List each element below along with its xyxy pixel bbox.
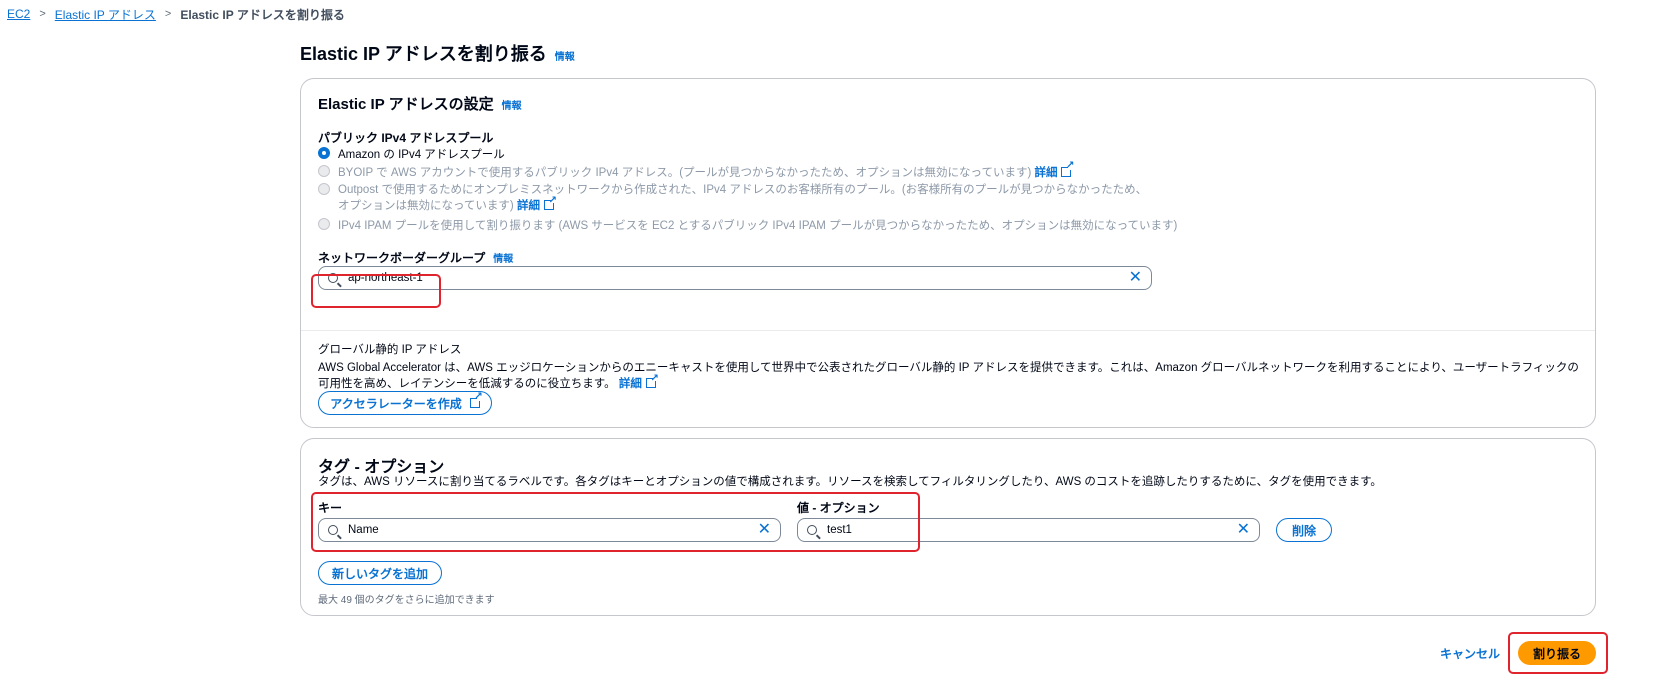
allocate-button[interactable]: 割り振る [1518, 641, 1596, 665]
clear-icon[interactable]: ✕ [1129, 270, 1142, 286]
radio-selected-icon[interactable] [318, 147, 330, 159]
pool-option-byoip: BYOIP で AWS アカウントで使用するパブリック IPv4 アドレス。(プ… [318, 160, 1158, 180]
radio-disabled-icon [318, 218, 330, 230]
nbg-label-row: ネットワークボーダーグループ 情報 [318, 249, 513, 266]
tag-value-label: 値 - オプション [797, 501, 880, 515]
search-icon [328, 273, 338, 283]
pool-option-outpost: Outpost で使用するためにオンプレミスネットワークから作成された、IPv4… [318, 182, 1158, 214]
clear-icon[interactable]: ✕ [758, 522, 771, 538]
chevron-right-icon: > [39, 8, 46, 20]
search-icon [807, 525, 817, 535]
nbg-info-link[interactable]: 情報 [493, 250, 513, 265]
tag-value-input[interactable]: test1 ✕ [797, 518, 1260, 542]
byoip-details-link[interactable]: 詳細 [1034, 167, 1057, 179]
global-ip-label: グローバル静的 IP アドレス [318, 344, 462, 356]
page-info-link[interactable]: 情報 [555, 48, 575, 63]
page-title: Elastic IP アドレスを割り振る [300, 44, 547, 64]
tag-value-value: test1 [827, 524, 852, 536]
pool-option-text: IPv4 IPAM プールを使用して割り振ります (AWS サービスを EC2 … [338, 220, 1178, 232]
tag-key-label: キー [318, 501, 343, 515]
breadcrumb-elastic-ip[interactable]: Elastic IP アドレス [55, 6, 156, 23]
divider [301, 330, 1595, 331]
tag-key-input[interactable]: Name ✕ [318, 518, 781, 542]
pool-option-text: BYOIP で AWS アカウントで使用するパブリック IPv4 アドレス。(プ… [338, 167, 1032, 179]
settings-panel-header: Elastic IP アドレスの設定 情報 [318, 93, 522, 114]
settings-info-link[interactable]: 情報 [502, 97, 522, 112]
outpost-details-link[interactable]: 詳細 [517, 200, 540, 212]
external-link-icon [469, 391, 483, 408]
pool-option-text: Outpost で使用するためにオンプレミスネットワークから作成された、IPv4… [338, 184, 1148, 212]
breadcrumb-ec2[interactable]: EC2 [7, 7, 30, 21]
tag-key-value: Name [348, 524, 379, 536]
remove-tag-button[interactable]: 削除 [1276, 518, 1332, 542]
nbg-value: ap-northeast-1 [348, 272, 423, 284]
create-accelerator-label: アクセラレーターを作成 [330, 396, 462, 411]
breadcrumb-current: Elastic IP アドレスを割り振る [180, 7, 345, 22]
pool-label: パブリック IPv4 アドレスプール [318, 131, 494, 145]
external-link-icon [543, 193, 557, 210]
clear-icon[interactable]: ✕ [1237, 522, 1250, 538]
breadcrumb: EC2 > Elastic IP アドレス > Elastic IP アドレスを… [7, 6, 345, 22]
global-ip-desc-text: AWS Global Accelerator は、AWS エッジロケーションから… [318, 362, 1579, 390]
nbg-label: ネットワークボーダーグループ [318, 251, 486, 265]
cancel-button[interactable]: キャンセル [1440, 645, 1500, 662]
tags-description: タグは、AWS リソースに割り当てるラベルです。各タグはキーとオプションの値で構… [318, 476, 1382, 488]
radio-disabled-icon [318, 165, 330, 177]
chevron-right-icon: > [164, 8, 172, 20]
external-link-icon [1061, 160, 1074, 177]
search-icon [328, 525, 338, 535]
pool-option-ipam: IPv4 IPAM プールを使用して割り振ります (AWS サービスを EC2 … [318, 217, 1318, 233]
add-tag-button[interactable]: 新しいタグを追加 [318, 561, 442, 585]
create-accelerator-button[interactable]: アクセラレーターを作成 [318, 391, 492, 415]
radio-disabled-icon [318, 183, 330, 195]
nbg-search-input[interactable]: ap-northeast-1 ✕ [318, 266, 1152, 290]
external-link-icon [645, 371, 659, 388]
pool-option-text: Amazon の IPv4 アドレスプール [338, 149, 505, 161]
tags-panel: タグ - オプション タグは、AWS リソースに割り当てるラベルです。各タグはキ… [300, 438, 1596, 616]
global-ip-description: AWS Global Accelerator は、AWS エッジロケーションから… [318, 360, 1580, 392]
page-header: Elastic IP アドレスを割り振る 情報 [300, 40, 575, 66]
settings-panel-title: Elastic IP アドレスの設定 [318, 96, 494, 113]
pool-option-amazon[interactable]: Amazon の IPv4 アドレスプール [318, 146, 1158, 162]
global-ip-details-link[interactable]: 詳細 [619, 378, 642, 390]
tag-limit-hint: 最大 49 個のタグをさらに追加できます [318, 595, 495, 606]
settings-panel: Elastic IP アドレスの設定 情報 パブリック IPv4 アドレスプール… [300, 78, 1596, 428]
